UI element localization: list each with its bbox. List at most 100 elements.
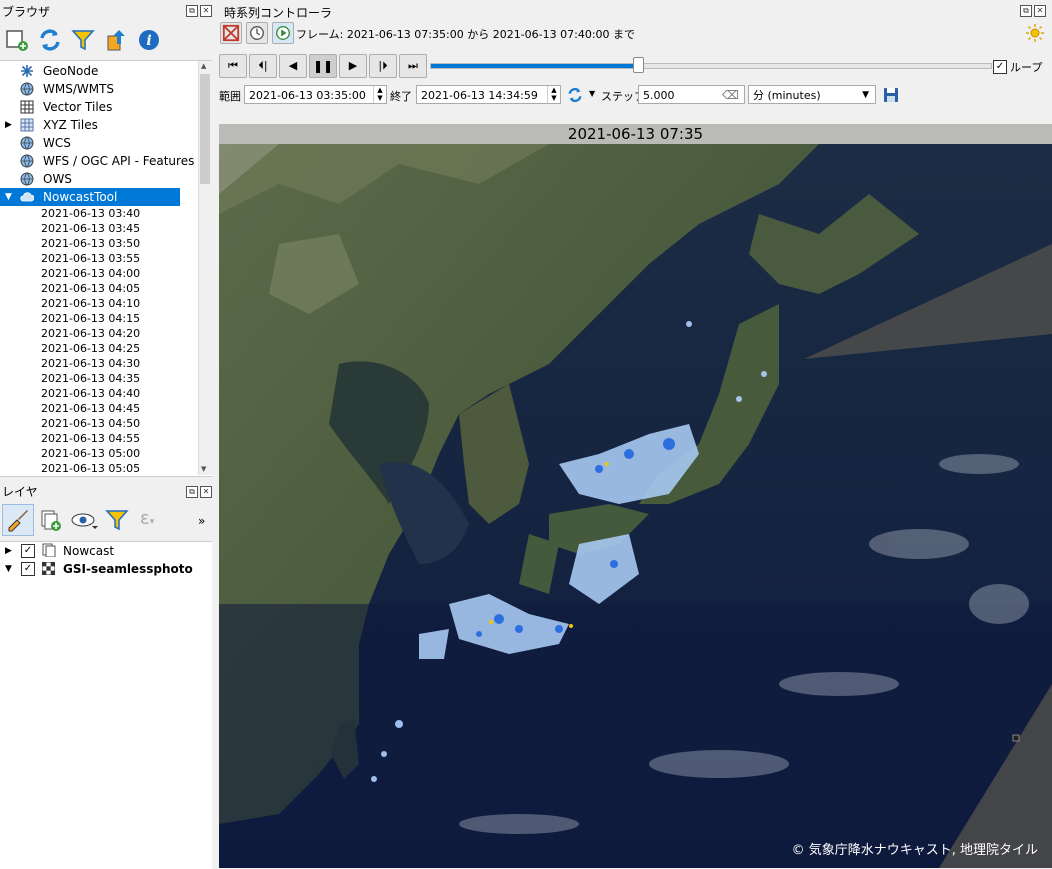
collapse-arrow-icon[interactable]: ▼ — [5, 560, 12, 578]
timestamp-item[interactable]: 2021-06-13 04:40 — [41, 386, 140, 401]
timestamp-item[interactable]: 2021-06-13 03:40 — [41, 206, 140, 221]
timestamp-item[interactable]: 2021-06-13 04:20 — [41, 326, 140, 341]
fast-forward-to-end-button[interactable]: ⏭ — [399, 54, 427, 78]
raster-layer-icon — [42, 562, 55, 575]
tree-item-label: WMS/WMTS — [43, 82, 115, 96]
collapse-arrow-icon[interactable]: ▼ — [5, 188, 12, 206]
layer-row-nowcast[interactable]: ▶ ✓ Nowcast — [0, 542, 212, 560]
range-start-field[interactable]: 2021-06-13 03:35:00 ▲ ▼ — [244, 85, 387, 104]
refresh-icon[interactable] — [38, 28, 62, 52]
expand-arrow-icon[interactable]: ▶ — [5, 116, 12, 134]
timestamp-item[interactable]: 2021-06-13 05:00 — [41, 446, 140, 461]
scroll-down-icon[interactable]: ▼ — [201, 465, 206, 473]
time-slider-handle[interactable] — [633, 57, 645, 73]
timestamp-item[interactable]: 2021-06-13 04:10 — [41, 296, 140, 311]
range-end-field[interactable]: 2021-06-13 14:34:59 ▲ ▼ — [416, 85, 561, 104]
animated-temporal-button[interactable] — [272, 22, 294, 44]
range-start-spinner-icon[interactable]: ▲ ▼ — [373, 86, 386, 103]
step-forward-icon: |⏵ — [378, 59, 388, 72]
close-icon[interactable]: ✕ — [1034, 5, 1046, 17]
previous-frame-button[interactable]: ⏴| — [249, 54, 277, 78]
rewind-to-start-button[interactable]: ⏮ — [219, 54, 247, 78]
range-end-value: 2021-06-13 14:34:59 — [421, 89, 538, 102]
float-icon[interactable]: ⧉ — [186, 486, 198, 498]
timestamp-item[interactable]: 2021-06-13 04:50 — [41, 416, 140, 431]
range-menu-arrow-icon[interactable]: ▼ — [589, 89, 595, 98]
timestamp-item[interactable]: 2021-06-13 04:35 — [41, 371, 140, 386]
tree-item-ows[interactable]: OWS — [0, 170, 198, 188]
add-layer-icon[interactable] — [5, 28, 29, 52]
step-unit-select[interactable]: 分 (minutes) ▼ — [748, 85, 876, 104]
play-forward-button[interactable]: ▶ — [339, 54, 367, 78]
info-icon[interactable]: i — [137, 28, 161, 52]
filter-icon[interactable] — [71, 28, 95, 52]
export-animation-icon[interactable] — [883, 87, 899, 103]
browser-tree[interactable]: GeoNode WMS/WMTS Vector Tiles ▶ XYZ Tile… — [0, 60, 212, 477]
tree-item-label: WCS — [43, 136, 71, 150]
frame-range-text: フレーム: 2021-06-13 07:35:00 から 2021-06-13 … — [296, 28, 636, 41]
tree-item-vector-tiles[interactable]: Vector Tiles — [0, 98, 198, 116]
tree-item-xyz-tiles[interactable]: ▶ XYZ Tiles — [0, 116, 198, 134]
collapse-icon[interactable] — [105, 28, 129, 52]
range-end-spinner-icon[interactable]: ▲ ▼ — [547, 86, 560, 103]
layer-row-gsi-seamlessphoto[interactable]: ▼ ✓ GSI-seamlessphoto — [0, 560, 212, 578]
expand-arrow-icon[interactable]: ▶ — [5, 542, 12, 560]
tree-item-geonode[interactable]: GeoNode — [0, 62, 198, 80]
eye-icon[interactable] — [70, 509, 98, 531]
tree-item-label: Vector Tiles — [43, 100, 113, 114]
pause-button[interactable]: ❚❚ — [309, 54, 337, 78]
tree-item-label: NowcastTool — [43, 190, 118, 204]
scroll-up-icon[interactable]: ▲ — [201, 62, 206, 70]
disable-temporal-button[interactable] — [220, 22, 242, 44]
loop-checkbox[interactable]: ✓ — [993, 60, 1007, 74]
next-frame-button[interactable]: |⏵ — [369, 54, 397, 78]
settings-sun-icon[interactable] — [1026, 24, 1044, 42]
timestamp-item[interactable]: 2021-06-13 04:00 — [41, 266, 140, 281]
more-tools-icon[interactable]: » — [198, 514, 205, 528]
tree-item-nowcasttool[interactable]: ▼ NowcastTool — [0, 188, 180, 206]
clear-field-icon[interactable]: ⌫ — [722, 86, 739, 105]
timestamp-item[interactable]: 2021-06-13 04:45 — [41, 401, 140, 416]
fixed-range-button[interactable] — [246, 22, 268, 44]
timestamp-item[interactable]: 2021-06-13 04:15 — [41, 311, 140, 326]
close-icon[interactable]: ✕ — [200, 486, 212, 498]
map-timestamp-title: 2021-06-13 07:35 — [219, 124, 1052, 144]
time-slider-track[interactable] — [430, 63, 992, 69]
panel-splitter[interactable] — [214, 0, 218, 868]
step-value-field[interactable]: 5.000 ⌫ — [638, 85, 745, 104]
timestamp-item[interactable]: 2021-06-13 03:50 — [41, 236, 140, 251]
layers-panel: レイヤ ⧉ ✕ ε▾ » ▶ ✓ Nowcast ▼ ✓ GSI-seamles… — [0, 478, 214, 869]
layer-visibility-checkbox[interactable]: ✓ — [21, 562, 35, 576]
timestamp-item[interactable]: 2021-06-13 04:55 — [41, 431, 140, 446]
close-icon[interactable]: ✕ — [200, 5, 212, 17]
grid-icon — [20, 100, 34, 114]
filter-icon[interactable] — [105, 508, 129, 532]
timestamp-item[interactable]: 2021-06-13 03:55 — [41, 251, 140, 266]
float-icon[interactable]: ⧉ — [1020, 5, 1032, 17]
map-canvas[interactable]: 2021-06-13 07:35 © 気象庁降水ナウキャスト, 地理院タイル — [219, 124, 1052, 868]
play-backward-button[interactable]: ◀ — [279, 54, 307, 78]
layer-list[interactable]: ▶ ✓ Nowcast ▼ ✓ GSI-seamlessphoto — [0, 541, 212, 869]
satellite-basemap — [219, 124, 1052, 868]
tree-item-wcs[interactable]: WCS — [0, 134, 198, 152]
geonode-icon — [21, 65, 33, 77]
timestamp-item[interactable]: 2021-06-13 04:25 — [41, 341, 140, 356]
refresh-range-icon[interactable] — [567, 87, 583, 103]
step-back-icon: ⏴| — [258, 59, 268, 72]
add-group-icon[interactable] — [38, 508, 62, 532]
timestamp-item[interactable]: 2021-06-13 04:30 — [41, 356, 140, 371]
temporal-off-icon — [222, 24, 240, 42]
timestamp-item[interactable]: 2021-06-13 03:45 — [41, 221, 140, 236]
tree-item-wfs[interactable]: WFS / OGC API - Features — [0, 152, 198, 170]
float-icon[interactable]: ⧉ — [186, 5, 198, 17]
style-panel-button[interactable] — [2, 504, 34, 536]
timestamp-item[interactable]: 2021-06-13 05:05 — [41, 461, 140, 476]
loop-label: ループ — [1010, 61, 1043, 74]
browser-scroll-thumb[interactable] — [200, 74, 210, 184]
tree-item-wms[interactable]: WMS/WMTS — [0, 80, 198, 98]
timestamp-item[interactable]: 2021-06-13 04:05 — [41, 281, 140, 296]
expression-filter-icon[interactable]: ε▾ — [140, 508, 154, 529]
globe-icon — [20, 154, 34, 168]
cloud-icon — [20, 192, 34, 202]
layer-visibility-checkbox[interactable]: ✓ — [21, 544, 35, 558]
